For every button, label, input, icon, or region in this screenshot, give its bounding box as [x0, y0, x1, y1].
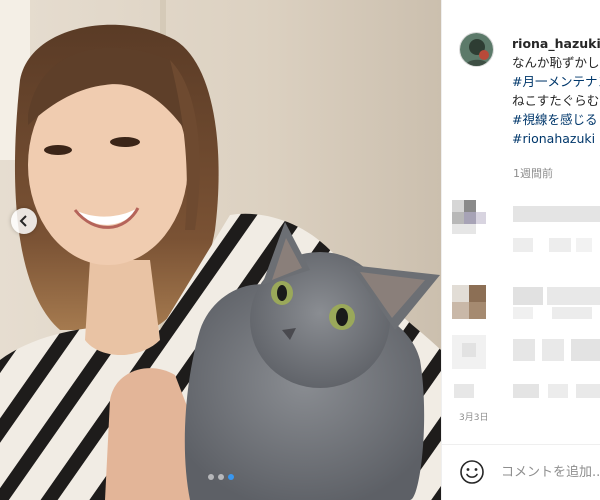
carousel-dot	[207, 474, 214, 480]
post-photo[interactable]	[0, 0, 441, 500]
photo-illustration	[0, 0, 441, 500]
avatar[interactable]	[459, 32, 494, 67]
caption-text: ねこすたぐらむ	[512, 93, 600, 108]
post-sidebar: riona_hazuki なんか恥ずかしい #月一メンテナンス ねこすたぐらむ …	[441, 0, 600, 500]
comment-text-blurred	[513, 339, 535, 361]
username-link[interactable]: riona_hazuki	[512, 34, 600, 53]
carousel-dots	[0, 474, 441, 480]
hashtag-link[interactable]: #月一メンテナンス	[512, 72, 600, 91]
smiley-icon	[460, 460, 484, 484]
emoji-button[interactable]	[459, 459, 485, 485]
chevron-left-icon	[19, 215, 27, 227]
comment-input[interactable]	[501, 458, 600, 486]
comment-avatar-blurred	[452, 335, 486, 369]
comment-avatar-blurred	[452, 285, 486, 319]
post-time: 1週間前	[513, 167, 553, 180]
hashtag-link[interactable]: #視線を感じる	[512, 110, 600, 129]
post-caption: riona_hazuki なんか恥ずかしい #月一メンテナンス ねこすたぐらむ …	[512, 34, 600, 148]
carousel-prev-button[interactable]	[11, 208, 37, 234]
post-date: 3月3日	[459, 413, 489, 423]
caption-text: なんか恥ずかしい	[512, 55, 600, 70]
hashtag-link[interactable]: #rionahazuki	[512, 129, 600, 148]
avatar-image	[460, 33, 493, 66]
comment-bar	[442, 444, 600, 500]
comment-text-blurred	[513, 287, 543, 305]
comment-avatar-blurred	[452, 200, 486, 234]
comment-text-blurred	[513, 206, 600, 222]
carousel-dot-active	[227, 474, 234, 480]
carousel-dot	[217, 474, 224, 480]
comment-text-blurred	[513, 384, 539, 398]
